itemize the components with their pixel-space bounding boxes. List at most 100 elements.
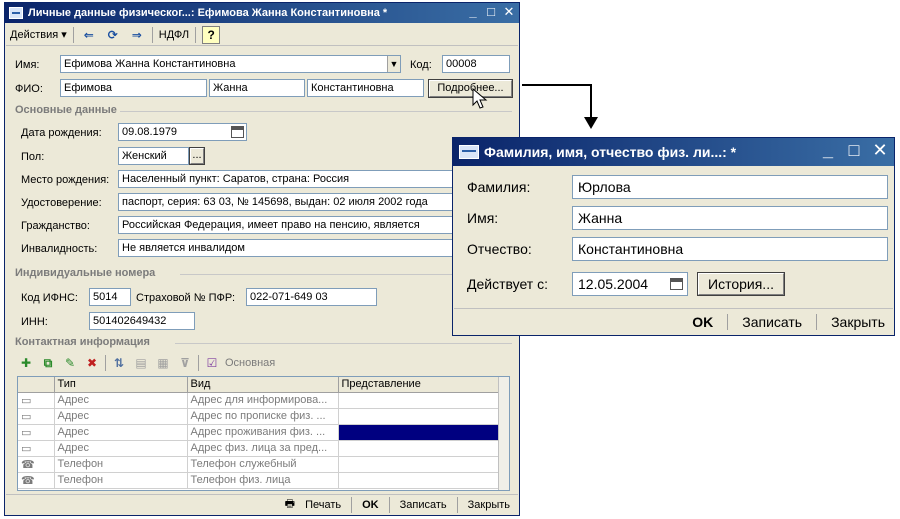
main-titlebar[interactable]: Личные данные физическог...: Ефимова Жан… (5, 3, 519, 23)
gender-label: Пол: (21, 151, 45, 163)
toolbar-separator (351, 496, 353, 513)
table-row[interactable]: ▭ Адрес Адрес по прописке физ. ... (18, 408, 500, 425)
printer-icon[interactable]: 🖶 (285, 495, 295, 514)
section-divider (120, 111, 512, 112)
table-row[interactable]: ☎ Телефон Телефон физ. лица (18, 472, 500, 489)
minimize-icon[interactable]: _ (465, 5, 481, 20)
actions-menu[interactable]: Действия ▾ (10, 28, 67, 41)
history-button[interactable]: История... (697, 272, 785, 296)
birth-date-input[interactable]: 09.08.1979 (118, 123, 247, 141)
close-icon[interactable]: ✕ (868, 140, 892, 160)
delete-row-icon[interactable]: ✖ (83, 354, 101, 372)
inn-input[interactable]: 501402649432 (89, 312, 195, 330)
close-icon[interactable]: ✕ (501, 5, 517, 20)
toolbar-separator (105, 355, 106, 371)
cell-kind: Адрес для информирова... (187, 392, 339, 409)
fio-middle-field[interactable]: Константиновна (307, 79, 424, 97)
contacts-toolbar: ✚ ⧉ ✎ ✖ ⇅ ▤ ▦ ⊽ ☑ Основная (17, 353, 275, 373)
last-name-input[interactable]: Юрлова (572, 175, 888, 199)
move-icon[interactable]: ▤ (132, 354, 150, 372)
col-kind-header[interactable]: Вид (187, 377, 339, 393)
save-button[interactable]: Записать (400, 499, 447, 511)
pfr-input[interactable]: 022-071-649 03 (246, 288, 377, 306)
valid-from-label: Действует с: (467, 276, 548, 292)
middle-name-input[interactable]: Константиновна (572, 237, 888, 261)
cell-kind: Телефон служебный (187, 456, 339, 473)
col-type-header[interactable]: Тип (54, 377, 188, 393)
close-button[interactable]: Закрыть (831, 314, 885, 330)
chevron-down-icon[interactable]: ▼ (387, 56, 400, 72)
maximize-icon[interactable]: □ (483, 5, 499, 20)
birth-label: Дата рождения: (21, 127, 102, 139)
birthplace-field[interactable]: Населенный пункт: Саратов, страна: Росси… (118, 170, 453, 188)
calendar-icon[interactable] (231, 126, 244, 138)
fio-first-field[interactable]: Жанна (209, 79, 305, 97)
refresh-icon[interactable]: ⟳ (104, 26, 122, 44)
cell-repr[interactable] (338, 440, 500, 457)
cell-repr[interactable] (338, 408, 500, 425)
save-button[interactable]: Записать (742, 314, 802, 330)
main-toolbar: Действия ▾ ⇐ ⟳ ⇒ НДФЛ ? (6, 24, 518, 46)
form-icon (9, 7, 23, 19)
copy-row-icon[interactable]: ⧉ (39, 354, 57, 372)
address-icon: ▭ (18, 392, 55, 409)
group-icon[interactable]: ▦ (154, 354, 172, 372)
cell-type: Телефон (54, 456, 188, 473)
citizenship-field[interactable]: Российская Федерация, имеет право на пен… (118, 216, 453, 234)
address-icon: ▭ (18, 440, 55, 457)
ndfl-button[interactable]: НДФЛ (159, 29, 189, 41)
table-row[interactable]: ▭ Адрес Адрес для информирова... (18, 392, 500, 409)
forward-icon[interactable]: ⇒ (128, 26, 146, 44)
contacts-grid[interactable]: Тип Вид Представление ▭ Адрес Адрес для … (17, 376, 510, 491)
table-row[interactable]: ☎ Телефон Телефон служебный (18, 456, 500, 473)
disability-field[interactable]: Не является инвалидом (118, 239, 453, 257)
ok-button[interactable]: OK (362, 499, 379, 511)
set-main-icon[interactable]: ☑ (203, 354, 221, 372)
cell-repr[interactable] (338, 472, 500, 489)
add-row-icon[interactable]: ✚ (17, 354, 35, 372)
middle-name-label: Отчество: (467, 241, 532, 257)
back-icon[interactable]: ⇐ (80, 26, 98, 44)
fio-last-field[interactable]: Ефимова (60, 79, 207, 97)
edit-row-icon[interactable]: ✎ (61, 354, 79, 372)
cell-type: Адрес (54, 424, 188, 441)
toolbar-separator (388, 496, 390, 513)
personal-data-window: Личные данные физическог...: Ефимова Жан… (4, 2, 520, 516)
id-doc-field[interactable]: паспорт, серия: 63 03, № 145698, выдан: … (118, 193, 453, 211)
cell-repr[interactable] (338, 456, 500, 473)
gender-field[interactable]: Женский (118, 147, 189, 165)
col-repr-header[interactable]: Представление (338, 377, 500, 393)
id-doc-label: Удостоверение: (21, 197, 102, 209)
cell-type: Адрес (54, 392, 188, 409)
cell-repr-selected[interactable] (338, 424, 500, 441)
table-row[interactable]: ▭ Адрес Адрес физ. лица за пред... (18, 440, 500, 457)
address-icon: ▭ (18, 424, 55, 441)
ok-button[interactable]: OK (692, 314, 713, 330)
sort-icon[interactable]: ⇅ (110, 354, 128, 372)
section-divider (175, 343, 512, 344)
set-main-label[interactable]: Основная (225, 357, 275, 369)
main-title: Личные данные физическог...: Ефимова Жан… (28, 7, 388, 19)
code-input[interactable]: 00008 (442, 55, 510, 73)
last-name-label: Фамилия: (467, 179, 531, 195)
gender-select-button[interactable]: ... (189, 147, 205, 165)
filter-icon[interactable]: ⊽ (176, 354, 194, 372)
fio-titlebar[interactable]: Фамилия, имя, отчество физ. ли...: * _ □… (453, 138, 894, 166)
grid-scrollbar[interactable] (498, 377, 509, 490)
toolbar-separator (456, 496, 458, 513)
close-button[interactable]: Закрыть (468, 499, 510, 511)
help-icon[interactable]: ? (202, 25, 221, 44)
minimize-icon[interactable]: _ (816, 140, 840, 160)
maximize-icon[interactable]: □ (842, 140, 866, 160)
table-row[interactable]: ▭ Адрес Адрес проживания физ. ... (18, 424, 500, 441)
numbers-section-title: Индивидуальные номера (15, 267, 156, 279)
calendar-icon[interactable] (670, 278, 683, 290)
first-name-input[interactable]: Жанна (572, 206, 888, 230)
print-button[interactable]: Печать (305, 499, 341, 511)
phone-icon: ☎ (18, 456, 55, 473)
name-input[interactable]: Ефимова Жанна Константиновна (60, 55, 401, 73)
ifns-input[interactable]: 5014 (89, 288, 131, 306)
cell-repr[interactable] (338, 392, 500, 409)
grid-header: Тип Вид Представление (18, 377, 500, 393)
contacts-section-title: Контактная информация (15, 336, 150, 348)
